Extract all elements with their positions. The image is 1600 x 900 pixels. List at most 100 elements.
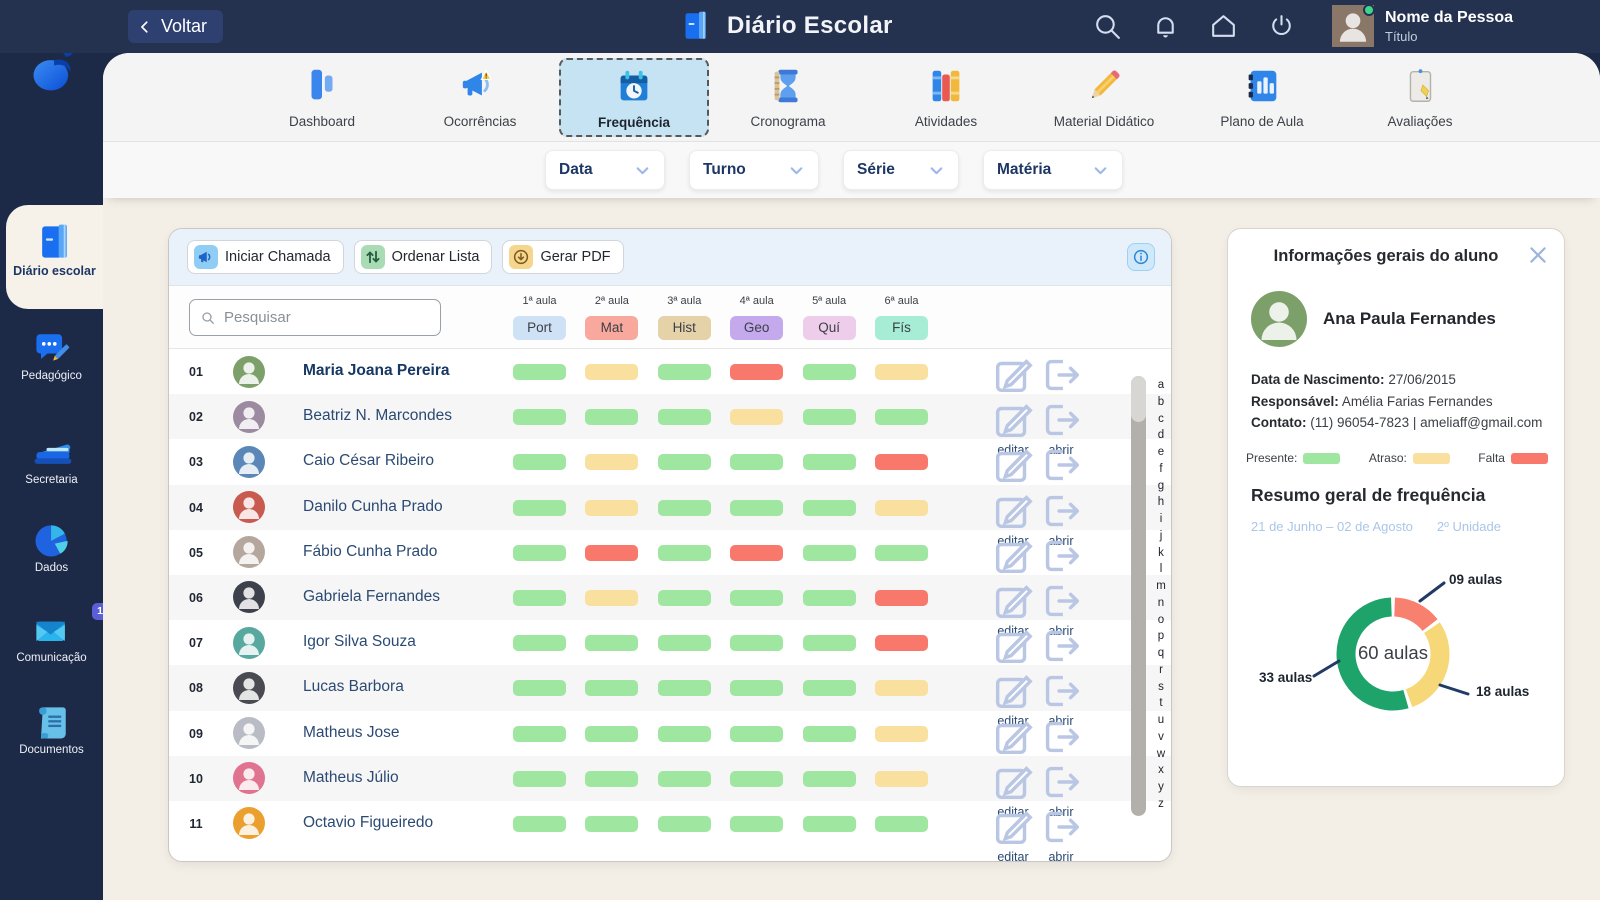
attendance-pill-presente[interactable]	[657, 725, 711, 742]
start-call-button[interactable]: Iniciar Chamada	[187, 240, 344, 274]
attendance-pill-presente[interactable]	[657, 815, 711, 832]
alphabet-letter[interactable]: f	[1151, 461, 1171, 478]
subject-pill[interactable]: Quí	[802, 316, 856, 340]
attendance-pill-presente[interactable]	[730, 635, 784, 652]
sidebar-item-pedagogico[interactable]: Pedagógico	[0, 326, 103, 382]
attendance-pill-presente[interactable]	[513, 770, 566, 787]
student-name[interactable]: Matheus Júlio	[303, 769, 399, 787]
attendance-pill-presente[interactable]	[730, 680, 784, 697]
subject-pill[interactable]: Port	[513, 316, 566, 340]
alphabet-letter[interactable]: r	[1151, 662, 1171, 679]
attendance-pill-presente[interactable]	[802, 364, 856, 380]
alphabet-letter[interactable]: h	[1151, 494, 1171, 511]
sidebar-item-comunicacao[interactable]: 1 Comunicação	[0, 603, 109, 664]
attendance-pill-falta[interactable]	[585, 544, 639, 561]
sidebar-item-secretaria[interactable]: Secretaria	[0, 430, 103, 486]
attendance-pill-falta[interactable]	[730, 364, 784, 380]
attendance-pill-falta[interactable]	[874, 589, 928, 606]
alphabet-letter[interactable]: e	[1151, 444, 1171, 461]
attendance-pill-atraso[interactable]	[730, 409, 784, 426]
bell-icon[interactable]	[1150, 11, 1181, 42]
tab-avaliacoes[interactable]: Avaliações	[1341, 53, 1499, 141]
student-name[interactable]: Danilo Cunha Prado	[303, 498, 443, 516]
subject-pill[interactable]: Fís	[875, 316, 928, 340]
attendance-pill-presente[interactable]	[802, 635, 856, 652]
sort-list-button[interactable]: Ordenar Lista	[353, 240, 493, 274]
attendance-pill-presente[interactable]	[802, 680, 856, 697]
attendance-pill-presente[interactable]	[730, 454, 784, 471]
attendance-pill-presente[interactable]	[585, 680, 639, 697]
attendance-pill-atraso[interactable]	[874, 770, 928, 787]
student-name[interactable]: Octavio Figueiredo	[303, 814, 433, 832]
tab-frequencia[interactable]: Frequência	[559, 58, 709, 137]
attendance-pill-falta[interactable]	[874, 454, 928, 471]
search-input[interactable]	[224, 309, 430, 326]
attendance-pill-atraso[interactable]	[874, 499, 928, 516]
student-name[interactable]: Fábio Cunha Prado	[303, 543, 437, 561]
user-menu[interactable]: Nome da Pessoa Título	[1332, 4, 1513, 47]
attendance-pill-presente[interactable]	[585, 725, 639, 742]
attendance-pill-presente[interactable]	[730, 589, 784, 606]
tab-dashboard[interactable]: Dashboard	[243, 53, 401, 141]
alphabet-letter[interactable]: a	[1151, 377, 1171, 394]
attendance-pill-atraso[interactable]	[585, 364, 639, 380]
back-button[interactable]: Voltar	[128, 10, 224, 43]
alphabet-letter[interactable]: i	[1151, 511, 1171, 528]
attendance-pill-atraso[interactable]	[585, 499, 639, 516]
generate-pdf-button[interactable]: Gerar PDF	[502, 240, 624, 274]
attendance-pill-presente[interactable]	[513, 364, 566, 380]
attendance-pill-presente[interactable]	[513, 680, 566, 697]
attendance-pill-presente[interactable]	[802, 815, 856, 832]
sidebar-item-diario-escolar[interactable]: Diário escolar	[6, 205, 103, 309]
attendance-pill-presente[interactable]	[657, 635, 711, 652]
close-icon[interactable]	[1527, 244, 1549, 266]
attendance-pill-presente[interactable]	[657, 680, 711, 697]
alphabet-letter[interactable]: o	[1151, 612, 1171, 629]
alphabet-letter[interactable]: m	[1151, 578, 1171, 595]
alphabet-letter[interactable]: x	[1151, 762, 1171, 779]
attendance-pill-presente[interactable]	[802, 544, 856, 561]
attendance-pill-presente[interactable]	[874, 409, 928, 426]
attendance-pill-presente[interactable]	[513, 725, 566, 742]
student-name[interactable]: Gabriela Fernandes	[303, 588, 440, 606]
tab-ocorrencias[interactable]: Ocorrências	[401, 53, 559, 141]
attendance-pill-presente[interactable]	[657, 454, 711, 471]
filter-turno[interactable]: Turno	[689, 150, 819, 190]
attendance-pill-presente[interactable]	[513, 454, 566, 471]
attendance-pill-presente[interactable]	[513, 544, 566, 561]
open-button[interactable]: abrir	[1038, 804, 1084, 864]
subject-pill[interactable]: Hist	[657, 316, 711, 340]
attendance-pill-presente[interactable]	[657, 544, 711, 561]
alphabet-letter[interactable]: v	[1151, 729, 1171, 746]
sidebar-item-documentos[interactable]: Documentos	[0, 700, 103, 756]
tab-material-didatico[interactable]: Material Didático	[1025, 53, 1183, 141]
attendance-pill-atraso[interactable]	[874, 680, 928, 697]
attendance-pill-presente[interactable]	[802, 454, 856, 471]
student-name[interactable]: Maria Joana Pereira	[303, 362, 449, 380]
attendance-pill-presente[interactable]	[874, 544, 928, 561]
attendance-pill-presente[interactable]	[657, 770, 711, 787]
attendance-pill-presente[interactable]	[802, 725, 856, 742]
alphabet-letter[interactable]: u	[1151, 712, 1171, 729]
attendance-pill-presente[interactable]	[730, 815, 784, 832]
alphabet-letter[interactable]: g	[1151, 478, 1171, 495]
attendance-pill-presente[interactable]	[802, 499, 856, 516]
attendance-pill-presente[interactable]	[513, 499, 566, 516]
alphabet-letter[interactable]: p	[1151, 628, 1171, 645]
edit-button[interactable]: editar	[990, 804, 1036, 864]
attendance-pill-presente[interactable]	[585, 770, 639, 787]
alphabet-letter[interactable]: d	[1151, 427, 1171, 444]
attendance-pill-presente[interactable]	[802, 770, 856, 787]
attendance-pill-presente[interactable]	[585, 815, 639, 832]
power-icon[interactable]	[1266, 11, 1297, 42]
scrollbar-thumb[interactable]	[1131, 376, 1146, 422]
filter-data[interactable]: Data	[545, 150, 665, 190]
attendance-pill-atraso[interactable]	[585, 454, 639, 471]
alphabet-letter[interactable]: y	[1151, 779, 1171, 796]
alphabet-letter[interactable]: k	[1151, 545, 1171, 562]
subject-pill[interactable]: Geo	[730, 316, 784, 340]
tab-cronograma[interactable]: Cronograma	[709, 53, 867, 141]
filter-materia[interactable]: Matéria	[983, 150, 1123, 190]
alphabet-letter[interactable]: b	[1151, 394, 1171, 411]
alphabet-letter[interactable]: w	[1151, 746, 1171, 763]
